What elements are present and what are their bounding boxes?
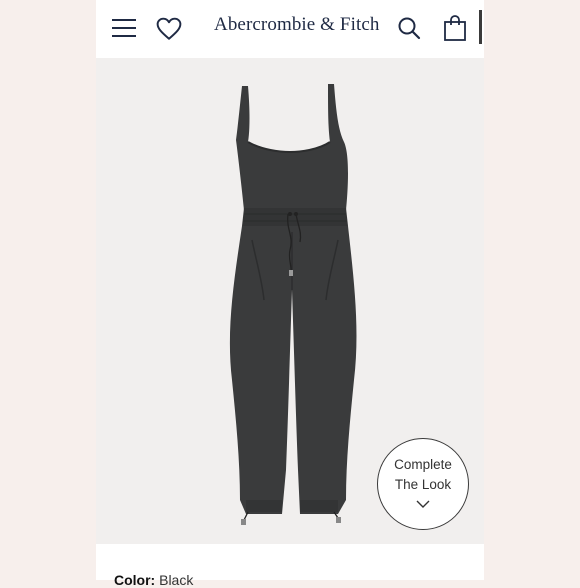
hamburger-menu-icon[interactable] [111,17,137,39]
search-icon[interactable] [397,16,421,40]
complete-the-look-label-line1: Complete [394,457,452,472]
chevron-down-icon [416,500,430,508]
header-divider [479,10,482,44]
color-value: Black [159,572,194,588]
brand-logo[interactable]: Abercrombie & Fitch [214,14,379,36]
heart-icon[interactable] [156,17,182,41]
complete-the-look-label-line2: The Look [394,477,452,492]
color-label: Color: [114,572,156,588]
shopping-bag-icon[interactable] [443,14,467,42]
color-selection: Color: Black [114,572,193,588]
complete-the-look-button[interactable]: Complete The Look [377,438,469,530]
